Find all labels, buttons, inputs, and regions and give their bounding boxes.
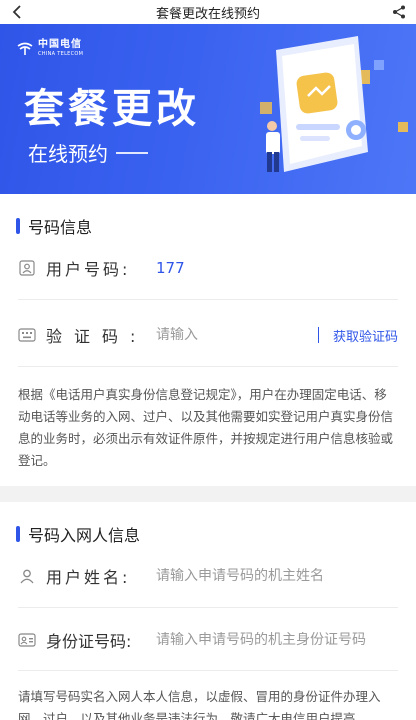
back-icon (12, 5, 21, 19)
owner-name-row: 用户姓名: (18, 548, 398, 604)
telecom-logo: 中国电信 CHINA TELECOM (16, 40, 83, 57)
get-code-button[interactable]: 获取验证码 (333, 326, 398, 345)
telecom-logo-icon (17, 42, 33, 55)
person-icon (18, 567, 36, 585)
owner-info-header: 号码入网人信息 (16, 522, 140, 546)
owner-info-title: 号码入网人信息 (28, 526, 141, 545)
owner-notice: 请填写号码实名入网人本人信息，以虚假、冒用的身份证件办理入网、过户、以及其他业务… (18, 689, 381, 720)
owner-info-section: 号码入网人信息 用户姓名: 身份证号码: 请填写号码实名入网人本人信息，以虚假、… (0, 502, 416, 720)
row-divider (18, 366, 398, 367)
page-title: 套餐更改在线预约 (155, 6, 260, 22)
owner-id-row: 身份证号码: (18, 612, 398, 668)
verify-code-label: 验证码: (46, 327, 148, 346)
banner-subline: 在线预约 (28, 138, 148, 167)
verify-code-row: 验证码: 获取验证码 (18, 307, 398, 363)
keyboard-icon (18, 326, 36, 344)
row-divider (18, 607, 398, 608)
owner-name-input[interactable] (156, 568, 398, 584)
number-info-section: 号码信息 用户号码: 177 验证码: 获取验证码 根据《电话用户真实身份信息登… (0, 194, 416, 486)
share-button[interactable] (390, 2, 408, 22)
banner-subline-text: 在线预约 (28, 142, 108, 166)
row-divider (18, 670, 398, 671)
user-number-value: 177 (156, 259, 185, 277)
real-name-notice: 根据《电话用户真实身份信息登记规定》，用户在办理固定电话、移动电话等业务的入网、… (18, 387, 394, 468)
phone-illustration-icon (260, 36, 408, 172)
banner-headline: 套餐更改 (24, 86, 200, 132)
logo-name-cn: 中国电信 (38, 39, 82, 50)
banner-dash (116, 151, 148, 154)
number-info-title: 号码信息 (28, 218, 93, 237)
nav-bar: 套餐更改在线预约 (0, 0, 416, 24)
owner-id-input[interactable] (156, 632, 398, 648)
user-number-row: 用户号码: 177 (18, 240, 398, 296)
code-separator (317, 327, 319, 343)
owner-name-label: 用户姓名: (46, 568, 131, 587)
verify-code-input[interactable] (156, 327, 314, 343)
share-icon (393, 5, 405, 19)
row-divider (18, 299, 398, 300)
number-info-header: 号码信息 (16, 214, 92, 238)
id-card-icon (18, 631, 36, 649)
user-card-icon (18, 259, 36, 277)
owner-id-label: 身份证号码: (46, 632, 132, 651)
section-accent-bar (16, 526, 20, 542)
logo-name-en: CHINA TELECOM (38, 51, 84, 57)
back-button[interactable] (8, 2, 26, 22)
promo-banner: 中国电信 CHINA TELECOM 套餐更改 在线预约 (0, 24, 416, 194)
user-number-label: 用户号码: (46, 260, 131, 279)
section-accent-bar (16, 218, 20, 234)
